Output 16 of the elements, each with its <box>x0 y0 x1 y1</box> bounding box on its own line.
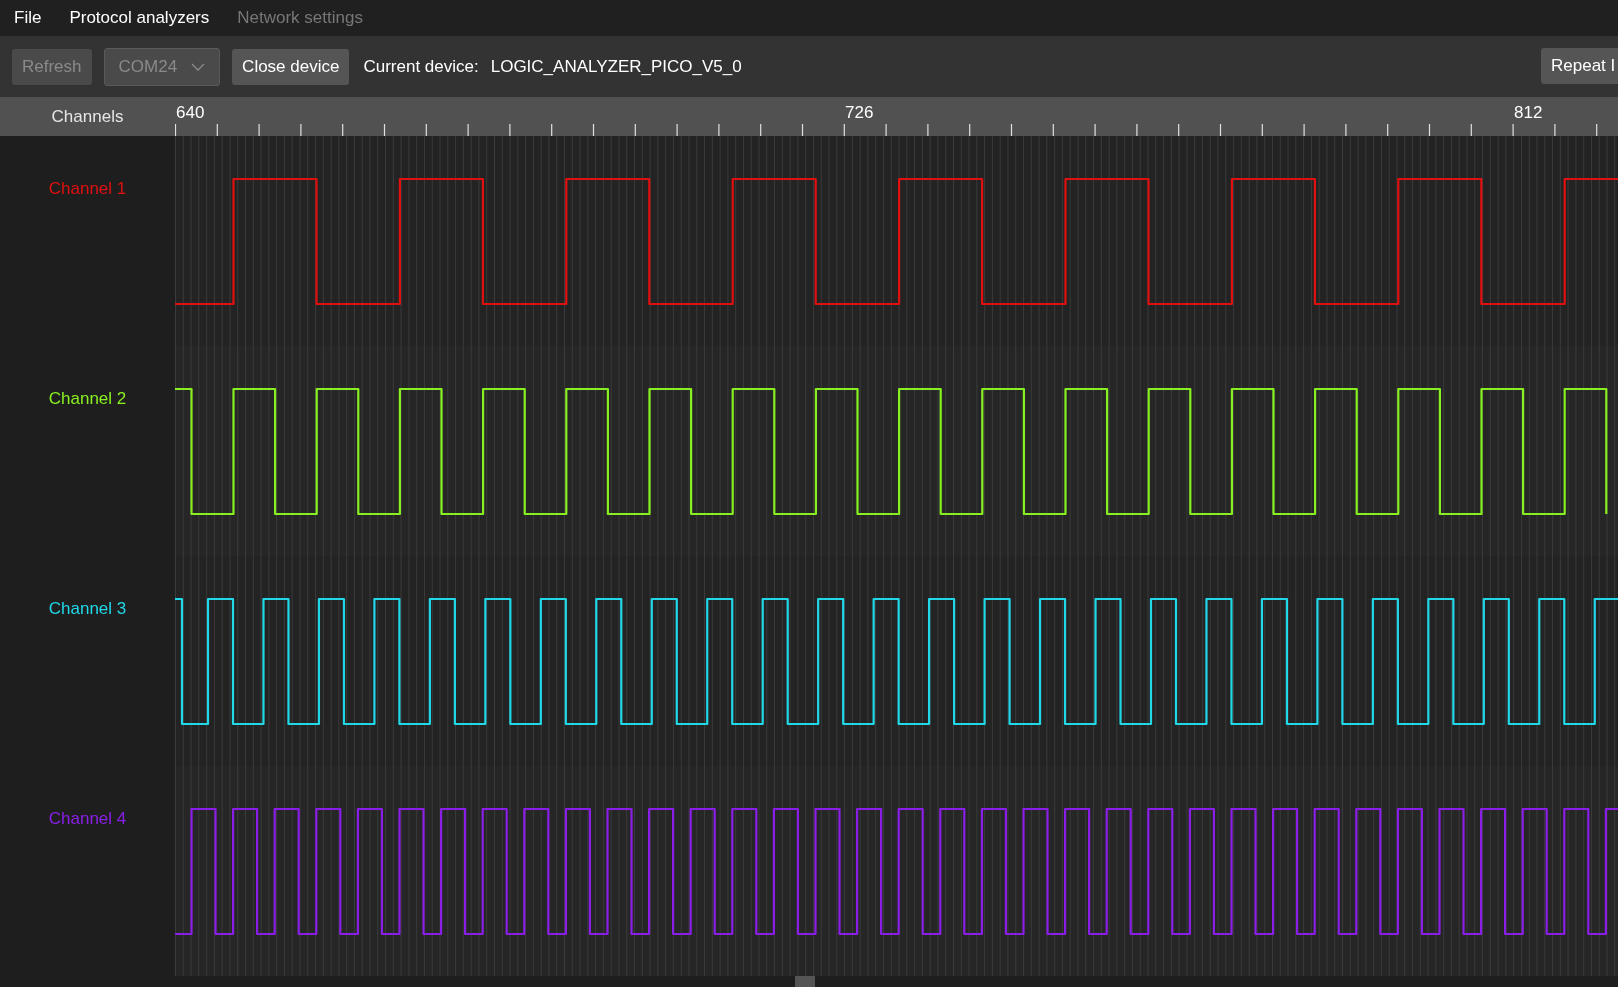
ruler-label: 812 <box>1514 104 1543 121</box>
channel-label: Channel 3 <box>48 598 127 618</box>
channel-label: Channel 4 <box>48 808 127 828</box>
channel-label: Channel 2 <box>48 388 127 408</box>
menu-item[interactable]: Protocol analyzers <box>69 5 210 31</box>
ruler-label: 726 <box>845 104 874 121</box>
close-device-button[interactable]: Close device <box>232 48 350 85</box>
channels-heading: Channels <box>51 105 124 128</box>
ruler-label: 640 <box>176 104 205 121</box>
chevron-down-icon <box>191 62 206 71</box>
repeat-button[interactable]: Repeat I <box>1541 48 1618 84</box>
menu-item[interactable]: File <box>14 5 42 31</box>
device-name: LOGIC_ANALYZER_PICO_V5_0 <box>490 55 742 78</box>
scrollbar-thumb[interactable] <box>795 976 815 987</box>
channel-label: Channel 1 <box>48 178 127 198</box>
device-label: Current device: <box>363 55 479 78</box>
